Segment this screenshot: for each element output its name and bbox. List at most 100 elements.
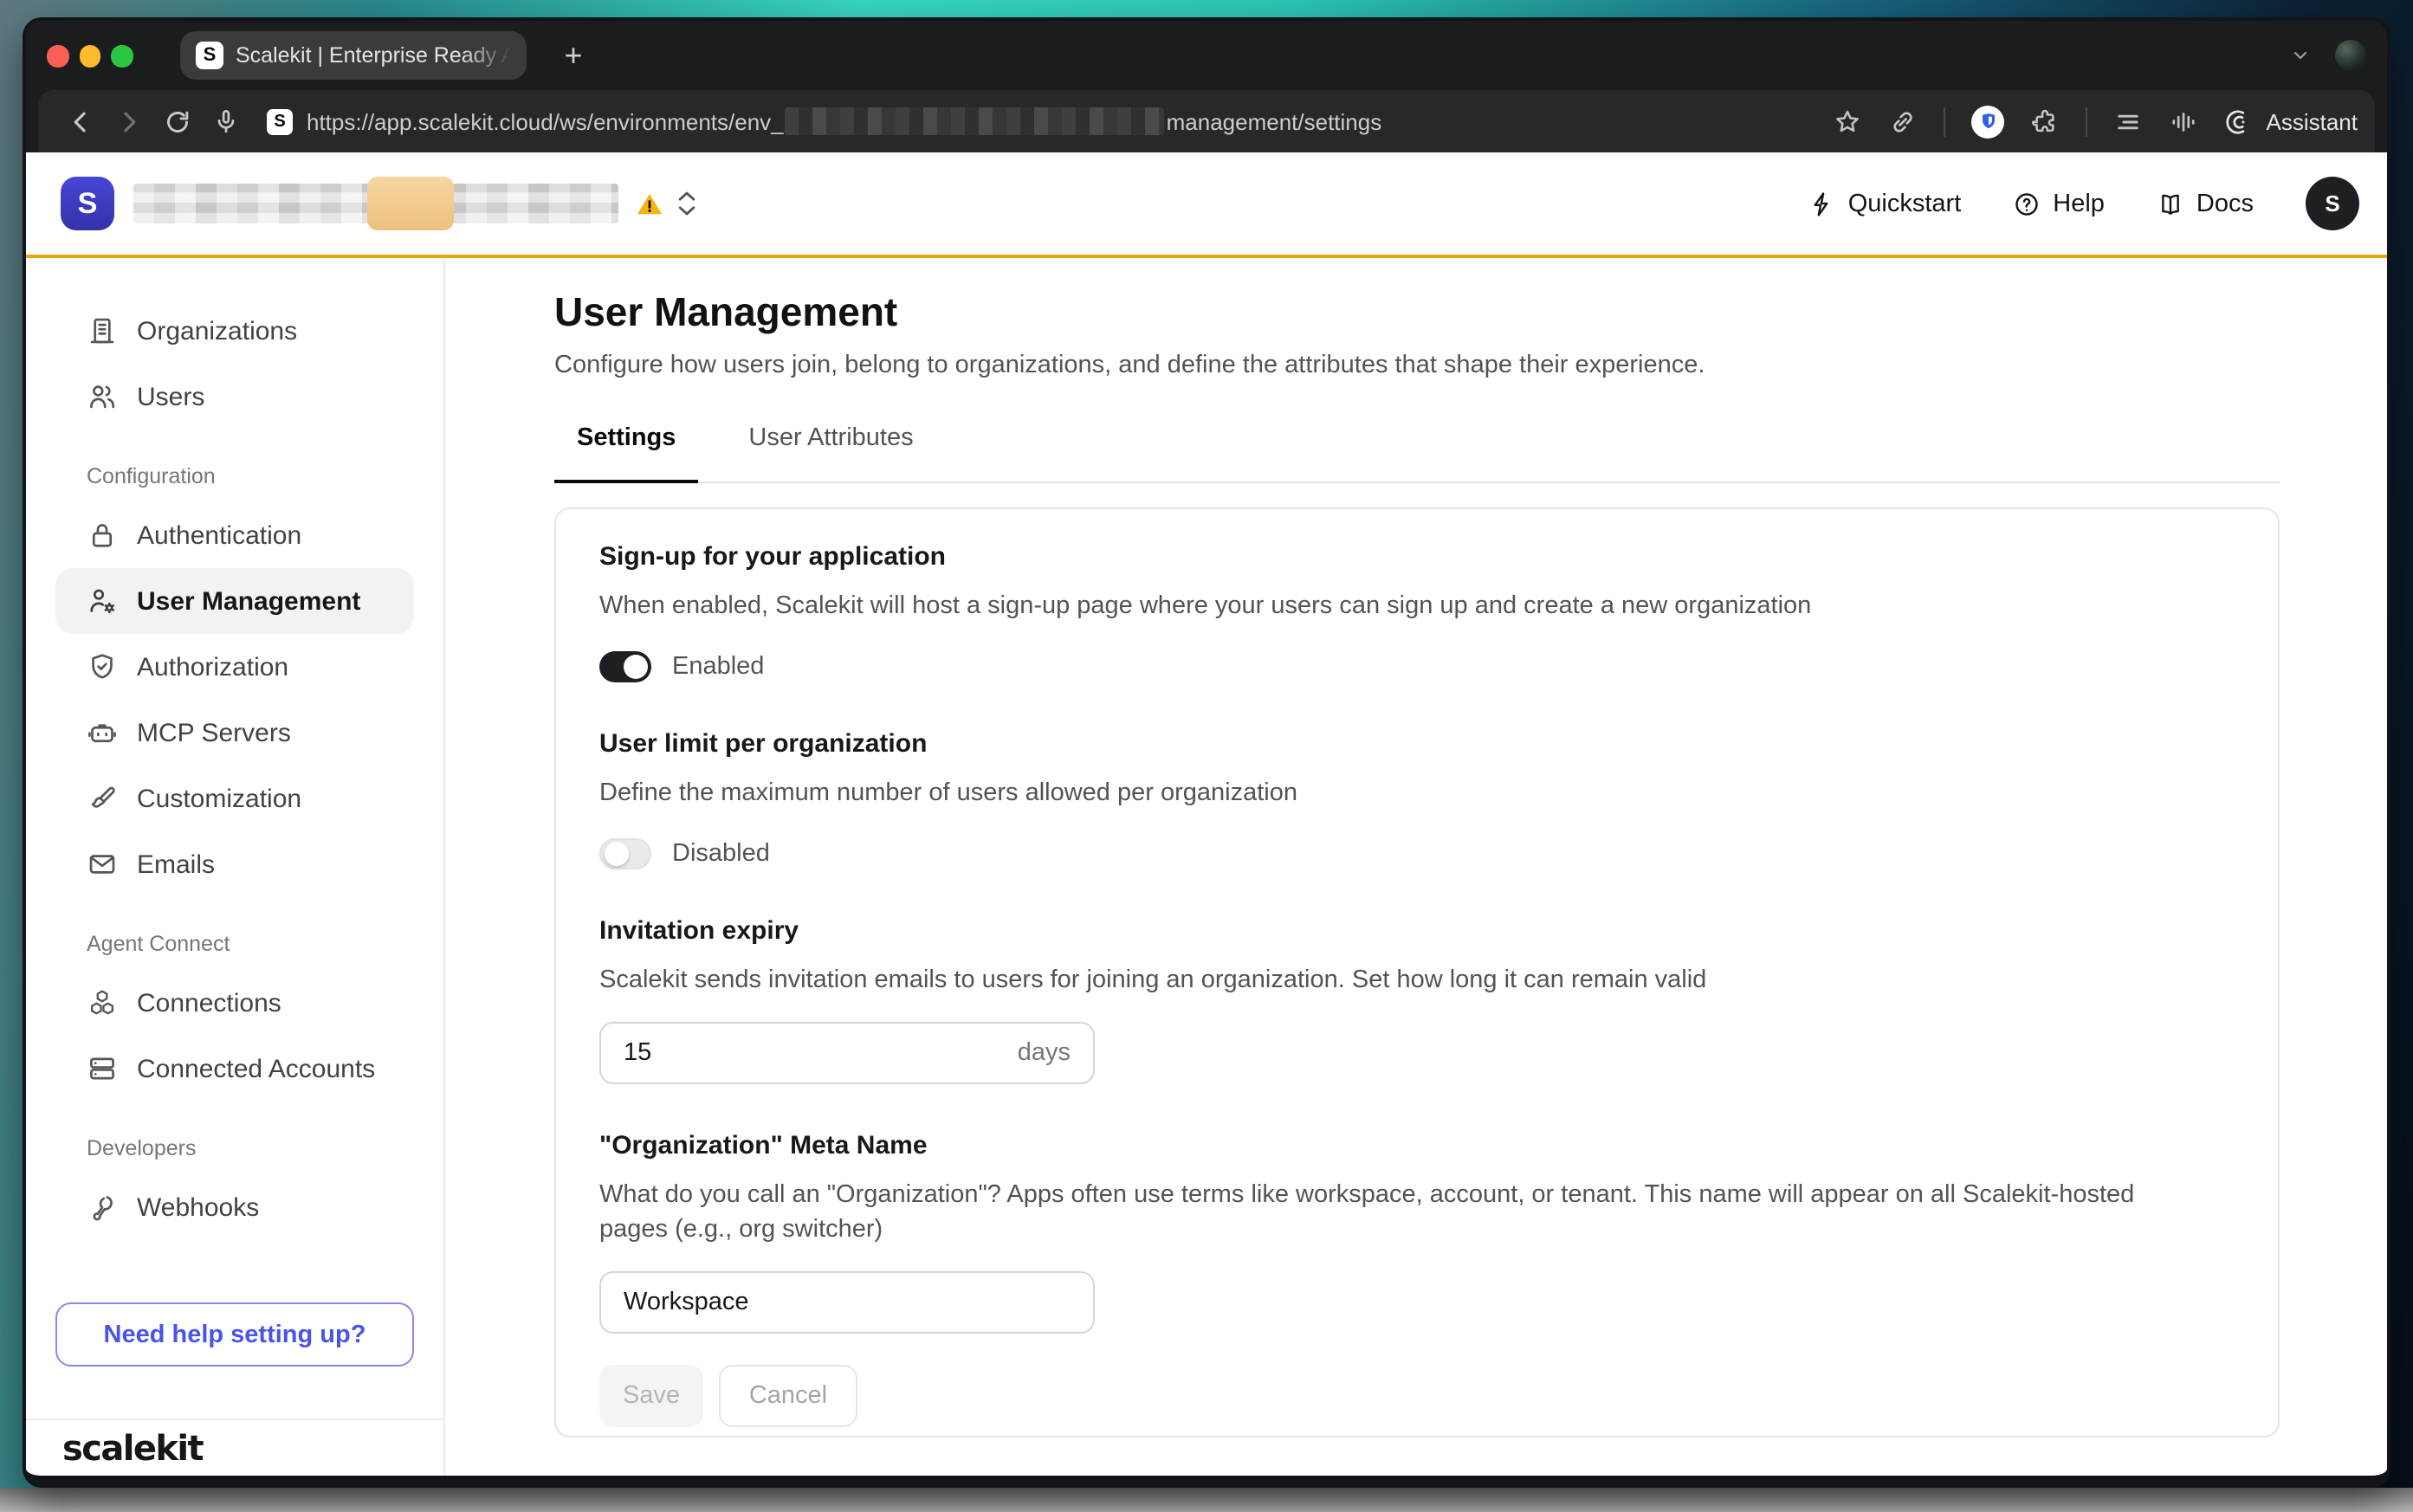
url-text: https://app.scalekit.cloud/ws/environmen…: [307, 107, 1381, 135]
invitation-expiry-field[interactable]: days: [599, 1022, 1095, 1084]
org-meta-description: What do you call an "Organization"? Apps…: [599, 1178, 2193, 1247]
org-meta-input[interactable]: [624, 1289, 1071, 1316]
lock-icon: [87, 520, 118, 551]
save-button[interactable]: Save: [599, 1365, 703, 1427]
back-icon[interactable]: [55, 97, 104, 145]
sidebar-item-label: Customization: [137, 784, 301, 813]
address-bar[interactable]: S https://app.scalekit.cloud/ws/environm…: [267, 107, 1834, 135]
bookmark-star-icon[interactable]: [1834, 107, 1863, 136]
sidebar-item-customization[interactable]: Customization: [55, 766, 414, 831]
help-circle-icon: [2013, 190, 2041, 217]
reload-icon[interactable]: [152, 97, 201, 145]
sidebar-item-connected-accounts[interactable]: Connected Accounts: [55, 1036, 414, 1102]
org-meta-field[interactable]: [599, 1271, 1095, 1334]
maximize-window-button[interactable]: [111, 45, 133, 67]
need-help-button[interactable]: Need help setting up?: [55, 1302, 414, 1367]
signup-toggle-label: Enabled: [672, 653, 764, 681]
user-limit-toggle[interactable]: [599, 838, 651, 869]
sidebar-item-user-management[interactable]: User Management: [55, 568, 414, 634]
desktop: S Scalekit | Enterprise Ready A +: [0, 0, 2413, 1512]
quickstart-label: Quickstart: [1848, 190, 1962, 217]
extensions-puzzle-icon[interactable]: [2031, 107, 2060, 136]
sidebar-item-label: Emails: [137, 850, 215, 879]
toolbar-separator: [1944, 107, 1946, 136]
docs-label: Docs: [2196, 190, 2254, 217]
microphone-icon[interactable]: [201, 97, 249, 145]
assistant-label: Assistant: [2267, 108, 2358, 134]
scalekit-wordmark: scalekit: [62, 1427, 203, 1469]
sidebar-item-users[interactable]: Users: [55, 364, 414, 430]
invitation-expiry-unit: days: [1018, 1039, 1071, 1067]
sidebar-item-connections[interactable]: Connections: [55, 970, 414, 1036]
settings-card: Sign-up for your application When enable…: [554, 507, 2280, 1438]
browser-toolbar: S https://app.scalekit.cloud/ws/environm…: [38, 90, 2375, 152]
sidebar-item-authorization[interactable]: Authorization: [55, 634, 414, 700]
reading-list-icon[interactable]: [2114, 107, 2144, 136]
invitation-expiry-input[interactable]: [624, 1039, 1018, 1067]
warning-triangle-icon: [636, 190, 663, 217]
browser-window: S Scalekit | Enterprise Ready A +: [23, 17, 2390, 1488]
workspace-switcher[interactable]: [133, 184, 618, 223]
page-title: User Management: [554, 286, 2387, 338]
sidebar-item-organizations[interactable]: Organizations: [55, 298, 414, 364]
minimize-window-button[interactable]: [79, 45, 100, 67]
sidebar-item-label: Organizations: [137, 316, 297, 346]
sidebar-item-label: User Management: [137, 586, 360, 616]
docs-button[interactable]: Docs: [2157, 190, 2254, 217]
sidebar-footer: scalekit: [26, 1418, 443, 1476]
sidebar-item-authentication[interactable]: Authentication: [55, 502, 414, 568]
browser-profile-avatar[interactable]: [2335, 40, 2366, 71]
sidebar-section-agent-connect: Agent Connect: [87, 918, 443, 970]
new-tab-button[interactable]: +: [551, 33, 596, 78]
users-icon: [87, 381, 118, 412]
user-avatar[interactable]: S: [2306, 177, 2359, 230]
toggle-knob: [624, 655, 648, 679]
sidebar-item-label: Authorization: [137, 652, 288, 682]
bolt-icon: [1808, 190, 1836, 217]
bitwarden-extension-icon[interactable]: [1972, 105, 2005, 138]
sidebar-item-label: Connected Accounts: [137, 1054, 375, 1083]
tab-title: Scalekit | Enterprise Ready A: [236, 43, 511, 68]
robot-icon: [87, 717, 118, 748]
user-limit-description: Define the maximum number of users allow…: [599, 776, 2235, 811]
browser-tabstrip: S Scalekit | Enterprise Ready A +: [26, 21, 2387, 90]
sidebar-item-webhooks[interactable]: Webhooks: [55, 1174, 414, 1240]
help-button[interactable]: Help: [2013, 190, 2105, 217]
close-window-button[interactable]: [47, 45, 68, 67]
book-open-icon: [2157, 190, 2184, 217]
sidebar-section-developers: Developers: [87, 1122, 443, 1174]
sidebar-item-mcp-servers[interactable]: MCP Servers: [55, 700, 414, 766]
browser-tab[interactable]: S Scalekit | Enterprise Ready A: [180, 31, 527, 80]
sidebar-item-emails[interactable]: Emails: [55, 831, 414, 897]
url-prefix: https://app.scalekit.cloud/ws/environmen…: [307, 108, 784, 134]
assistant-button[interactable]: Assistant: [2225, 107, 2358, 136]
building-icon: [87, 315, 118, 346]
help-label: Help: [2053, 190, 2105, 217]
assistant-spiral-icon: [2225, 107, 2255, 136]
signup-description: When enabled, Scalekit will host a sign-…: [599, 589, 2235, 624]
scalekit-logo: S: [61, 177, 114, 230]
paintbrush-icon: [87, 783, 118, 814]
url-redacted-segment: [786, 107, 1165, 135]
sidebar-section-configuration: Configuration: [87, 450, 443, 502]
main-content: User Management Configure how users join…: [445, 258, 2387, 1476]
forward-icon[interactable]: [104, 97, 152, 145]
sidebar-item-label: Webhooks: [137, 1192, 259, 1222]
window-controls: [47, 45, 133, 67]
url-suffix: management/settings: [1167, 108, 1382, 134]
workspace-select-chevrons-icon[interactable]: [677, 191, 696, 216]
sidebar-item-label: Users: [137, 382, 204, 411]
chevron-down-icon[interactable]: [2290, 45, 2311, 66]
quickstart-button[interactable]: Quickstart: [1808, 190, 1962, 217]
app-header: S Quickstart: [26, 152, 2387, 258]
copy-link-icon[interactable]: [1889, 107, 1918, 136]
signup-title: Sign-up for your application: [599, 540, 2235, 575]
user-limit-toggle-label: Disabled: [672, 840, 770, 868]
tab-user-attributes[interactable]: User Attributes: [726, 424, 935, 481]
user-gear-icon: [87, 585, 118, 617]
voice-waveform-icon[interactable]: [2170, 107, 2199, 136]
signup-toggle[interactable]: [599, 651, 651, 682]
tab-settings[interactable]: Settings: [554, 424, 698, 481]
cancel-button[interactable]: Cancel: [719, 1365, 857, 1427]
toolbar-separator: [2086, 107, 2088, 136]
